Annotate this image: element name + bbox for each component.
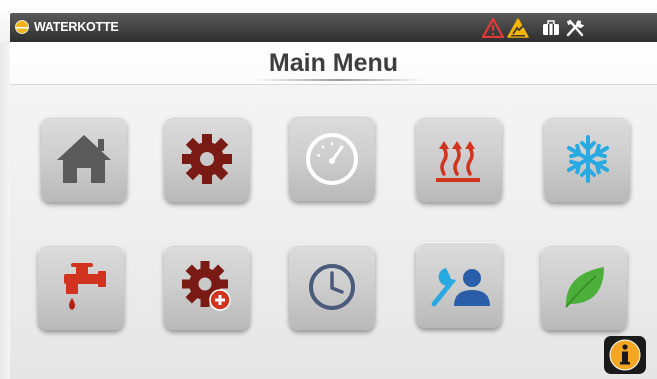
hot-water-button[interactable]	[38, 244, 124, 330]
gauge-icon	[306, 133, 358, 185]
brand-name: WATERKOTTE	[34, 20, 119, 34]
title-bar: Main Menu	[10, 42, 657, 85]
gauge-button[interactable]	[289, 115, 375, 201]
timer-button[interactable]	[289, 244, 375, 330]
main-menu-screen: WATERKOTTE Main Menu	[0, 0, 657, 379]
alarm-warning-icon[interactable]	[482, 18, 504, 38]
cooling-button[interactable]	[544, 116, 630, 202]
title-underline	[254, 79, 424, 81]
page-title: Main Menu	[268, 49, 399, 77]
status-bar: WATERKOTTE	[0, 0, 657, 42]
heating-button[interactable]	[416, 116, 502, 202]
cooling-icon	[566, 135, 610, 183]
gear-icon	[182, 134, 232, 184]
heating-icon	[436, 141, 480, 182]
left-edge-shade	[0, 0, 10, 379]
briefcase-icon[interactable]	[540, 18, 562, 38]
tools-icon[interactable]	[564, 18, 586, 38]
eco-button[interactable]	[541, 244, 627, 330]
maintenance-warning-icon[interactable]	[507, 18, 529, 38]
settings-button[interactable]	[164, 116, 250, 202]
status-bar-inner: WATERKOTTE	[10, 13, 657, 42]
info-icon	[609, 339, 641, 371]
water-tap-icon	[64, 263, 106, 310]
info-button[interactable]	[604, 336, 646, 374]
extended-settings-button[interactable]	[164, 244, 250, 330]
brand-logo-icon	[15, 20, 29, 34]
service-user-icon	[431, 268, 490, 307]
home-button[interactable]	[41, 116, 127, 202]
home-icon	[57, 135, 111, 183]
service-button[interactable]	[416, 242, 502, 328]
eco-leaf-icon	[565, 267, 604, 308]
gear-add-icon	[182, 261, 231, 311]
clock-icon	[309, 264, 355, 310]
